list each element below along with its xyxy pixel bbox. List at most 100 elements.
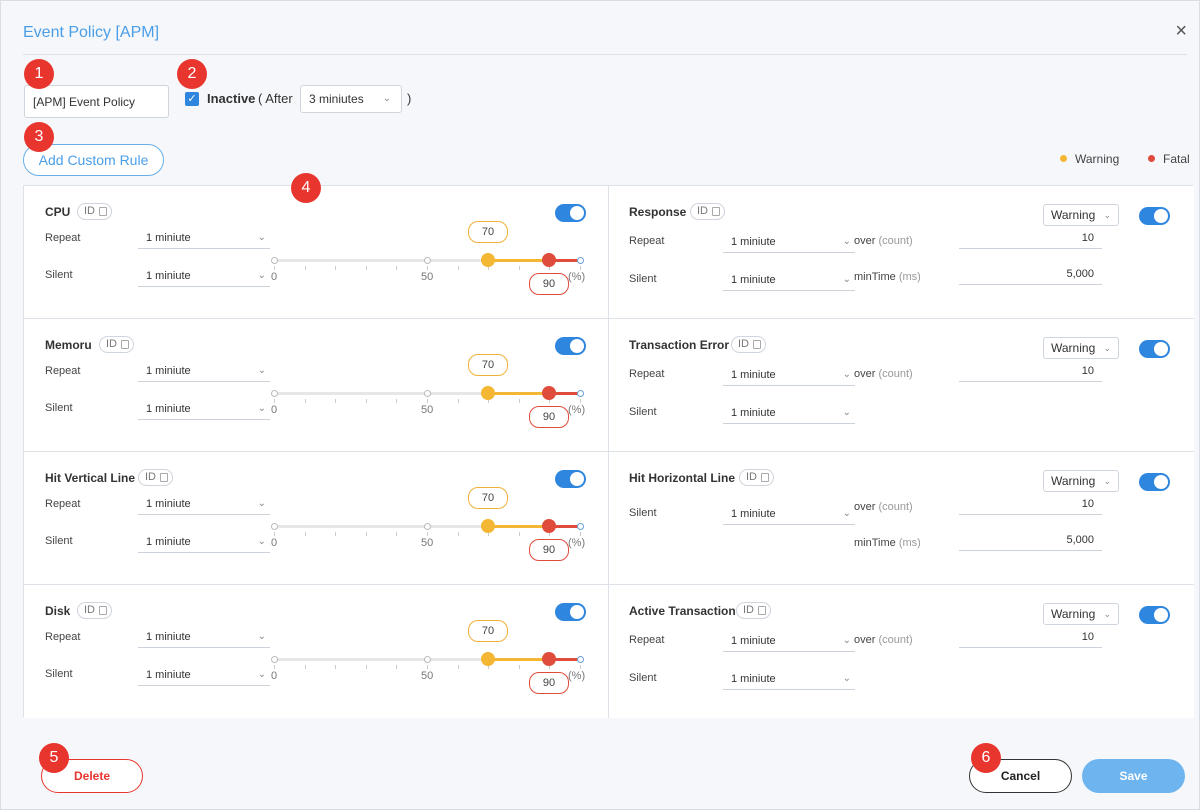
slider-tick [366,532,367,536]
rule-toggle[interactable] [1139,207,1170,225]
rules-grid: CPU ID Repeat 1 miniute ⌄ Silent 1 miniut… [23,185,1194,718]
step-marker-4: 4 [291,173,321,203]
id-chip[interactable]: ID [731,336,766,353]
severity-select[interactable]: Warning ⌄ [1043,337,1119,359]
id-chip[interactable]: ID [138,469,173,486]
slider-tick [366,665,367,669]
repeat-select[interactable]: 1 miniute ⌄ [138,227,270,249]
id-chip[interactable]: ID [736,602,771,619]
rule-title: CPU [45,205,71,219]
id-chip[interactable]: ID [77,203,112,220]
silent-select[interactable]: 1 miniute ⌄ [723,668,855,690]
inactive-checkbox[interactable]: ✓ [185,92,199,106]
threshold-slider[interactable]: 0 50 (%) 70 90 [271,487,586,562]
slider-unit-label: (%) [568,670,586,682]
id-chip[interactable]: ID [99,336,134,353]
over-count-label: over (count) [854,368,913,380]
silent-select[interactable]: 1 miniute ⌄ [723,503,855,525]
close-icon[interactable]: × [1175,21,1187,41]
mintime-input[interactable]: 5,000 [959,529,1102,551]
slider-tick [519,266,520,270]
severity-select[interactable]: Warning ⌄ [1043,470,1119,492]
silent-value: 1 miniute [731,508,776,520]
rule-toggle[interactable] [1139,473,1170,491]
over-count-input[interactable]: 10 [959,227,1102,249]
severity-select[interactable]: Warning ⌄ [1043,603,1119,625]
repeat-label: Repeat [629,235,665,247]
over-count-input[interactable]: 10 [959,360,1102,382]
rule-title: Response [629,205,687,219]
rule-card-active-transaction: Active Transaction ID Warning ⌄ Repeat 1 … [609,585,1194,718]
slider-tick-label-0: 0 [271,271,278,283]
fatal-threshold-handle[interactable] [542,652,556,666]
after-close-paren: ) [407,91,412,106]
slider-end-dot [577,257,584,264]
repeat-select[interactable]: 1 miniute ⌄ [723,364,855,386]
chevron-down-icon: ⌄ [842,635,851,646]
copy-icon [753,340,761,349]
slider-tick [335,532,336,536]
warning-threshold-handle[interactable] [481,386,495,400]
repeat-select[interactable]: 1 miniute ⌄ [138,626,270,648]
silent-select[interactable]: 1 miniute ⌄ [723,269,855,291]
legend-warning-label: Warning [1075,152,1120,166]
silent-select[interactable]: 1 miniute ⌄ [138,265,270,287]
chevron-down-icon: ⌄ [257,536,266,547]
slider-tick [427,266,428,270]
over-count-input[interactable]: 10 [959,493,1102,515]
silent-select[interactable]: 1 miniute ⌄ [138,531,270,553]
slider-tick [366,399,367,403]
severity-value: Warning [1051,341,1096,355]
fatal-value-bubble: 90 [529,672,569,694]
slider-start-dot [271,390,278,397]
silent-label: Silent [45,668,73,680]
rule-toggle[interactable] [1139,606,1170,624]
inactive-after-select[interactable]: 3 miniutes ⌄ [300,85,402,113]
silent-label: Silent [45,402,73,414]
id-chip[interactable]: ID [739,469,774,486]
id-label: ID [84,205,95,217]
silent-select[interactable]: 1 miniute ⌄ [138,664,270,686]
silent-select[interactable]: 1 miniute ⌄ [138,398,270,420]
slider-tick [427,532,428,536]
mintime-input[interactable]: 5,000 [959,263,1102,285]
rule-toggle[interactable] [555,337,586,355]
repeat-select[interactable]: 1 miniute ⌄ [138,493,270,515]
fatal-threshold-handle[interactable] [542,519,556,533]
slider-tick [580,399,581,403]
repeat-select[interactable]: 1 miniute ⌄ [723,630,855,652]
fatal-threshold-handle[interactable] [542,253,556,267]
id-chip[interactable]: ID [77,602,112,619]
severity-select[interactable]: Warning ⌄ [1043,204,1119,226]
slider-tick [519,399,520,403]
slider-tick-label-0: 0 [271,404,278,416]
slider-unit-label: (%) [568,537,586,549]
over-count-input[interactable]: 10 [959,626,1102,648]
rule-toggle[interactable] [555,204,586,222]
id-label: ID [746,471,757,483]
over-count-label: over (count) [854,634,913,646]
silent-select[interactable]: 1 miniute ⌄ [723,402,855,424]
repeat-select[interactable]: 1 miniute ⌄ [138,360,270,382]
policy-name-input[interactable] [24,85,169,118]
threshold-slider[interactable]: 0 50 (%) 70 90 [271,620,586,695]
slider-warning-range [488,658,549,661]
id-chip[interactable]: ID [690,203,725,220]
rule-card-disk: Disk ID Repeat 1 miniute ⌄ Silent 1 miniu… [24,585,609,718]
fatal-threshold-handle[interactable] [542,386,556,400]
warning-threshold-handle[interactable] [481,652,495,666]
threshold-slider[interactable]: 0 50 (%) 70 90 [271,354,585,429]
rule-toggle[interactable] [555,470,586,488]
warning-threshold-handle[interactable] [481,519,495,533]
save-button[interactable]: Save [1082,759,1185,793]
rule-toggle[interactable] [555,603,586,621]
rule-toggle[interactable] [1139,340,1170,358]
repeat-select[interactable]: 1 miniute ⌄ [723,231,855,253]
threshold-slider[interactable]: 0 50 (%) 70 90 [271,221,585,296]
copy-icon [99,207,107,216]
chevron-down-icon: ⌄ [257,270,266,281]
warning-threshold-handle[interactable] [481,253,495,267]
fatal-value-bubble: 90 [529,539,569,561]
chevron-down-icon: ⌄ [257,232,266,243]
slider-tick [458,665,459,669]
